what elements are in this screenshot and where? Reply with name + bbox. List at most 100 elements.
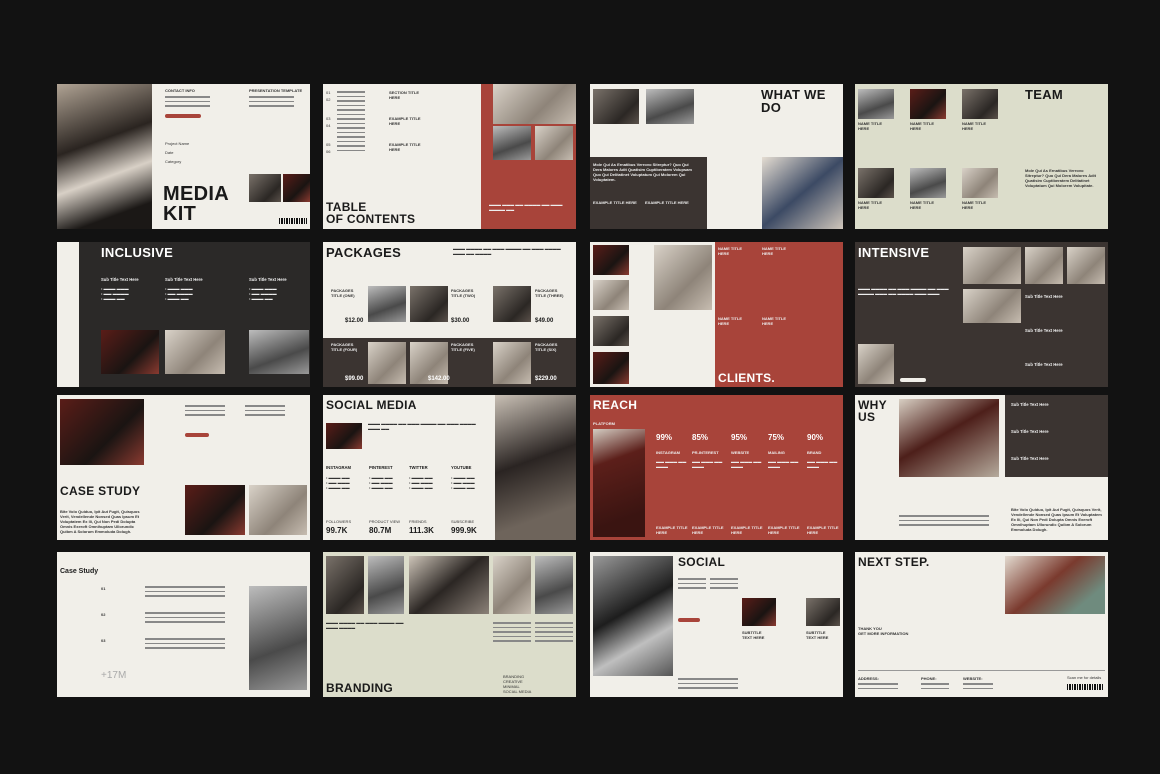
legs-photo [493, 84, 576, 124]
slide-what-we-do[interactable]: WHAT WE DO Mole Qui As Ernatibus Verrovo… [590, 84, 843, 229]
reach-ex-1: EXAMPLE TITLE HERE [656, 525, 688, 535]
case-bw-photo [249, 586, 307, 690]
client-name-1: NAME TITLE HERE [718, 246, 742, 256]
team-photo-4 [858, 168, 894, 198]
template-lines [249, 96, 294, 110]
row-date: Date [165, 150, 174, 155]
social-button[interactable] [678, 618, 700, 622]
inclusive-bullets-3: • ▬▬▬ ▬▬▬ • ▬▬ ▬▬▬▬ • ▬▬▬ ▬▬ [249, 286, 277, 301]
packages-lorem: ▬▬▬ ▬▬▬▬ ▬▬ ▬▬▬ ▬▬▬▬ ▬▬ ▬▬▬ ▬▬▬▬ ▬▬▬ ▬▬ … [453, 246, 561, 256]
intensive-photo-2 [1025, 247, 1063, 284]
phone-label: PHONE: [921, 676, 937, 681]
toc-item-3: EXAMPLE TITLE HERE [389, 142, 421, 152]
client-photo-2 [593, 280, 629, 310]
slide-table-of-contents[interactable]: 01 02 03 04 05 06 SECTION TITLE HERE EXAMPLE … [323, 84, 576, 229]
reach-photo [593, 429, 645, 537]
slide-packages[interactable]: PACKAGES ▬▬▬ ▬▬▬▬ ▬▬ ▬▬▬ ▬▬▬▬ ▬▬ ▬▬▬ ▬▬▬… [323, 242, 576, 387]
team-photo-3 [962, 89, 998, 119]
reach-ex-4: EXAMPLE TITLE HERE [768, 525, 800, 535]
pkg-price-2: $30.00 [451, 318, 470, 324]
client-name-2: NAME TITLE HERE [762, 246, 786, 256]
slide-clients[interactable]: NAME TITLE HERE NAME TITLE HERE NAME TIT… [590, 242, 843, 387]
platform-youtube: YOUTUBE [451, 465, 472, 470]
contact-button[interactable] [165, 114, 201, 118]
what-we-do-title-2: DO [761, 100, 782, 115]
contact-label: CONTACT INFO [165, 88, 195, 93]
side-strip [57, 242, 79, 387]
slide-case-study[interactable]: CASE STUDY Bite Volo Quiduo, Ipit Aut Fu… [57, 395, 310, 540]
case-button[interactable] [185, 433, 209, 437]
intensive-photo-1 [963, 247, 1021, 284]
pkg-5: PACKAGES TITLE (FIVE) [451, 342, 475, 352]
inclusive-bullets-2: • ▬▬▬ ▬▬▬ • ▬▬ ▬▬▬▬ • ▬▬▬ ▬▬ [165, 286, 193, 301]
slide-branding[interactable]: ▬▬▬ ▬▬▬▬ ▬▬ ▬▬▬ ▬▬▬▬ ▬▬ ▬▬▬ ▬▬▬▬ BRANDIN… [323, 552, 576, 697]
intensive-button[interactable] [900, 378, 926, 382]
pkg-1: PACKAGES TITLE (ONE) [331, 288, 355, 298]
pinterest-bullets: • ▬▬▬ ▬▬ • ▬▬ ▬▬▬ • ▬▬▬ ▬▬ [369, 475, 393, 490]
reach-pct-2: 85% [692, 433, 709, 442]
street-photo [249, 330, 309, 374]
social-large-photo [495, 395, 576, 540]
slide-team[interactable]: TEAM NAME TITLE HERE NAME TITLE HERE NAM… [855, 84, 1108, 229]
slide-reach[interactable]: REACH PLATFORM 99% 85% 95% 75% 90% INSTA… [590, 395, 843, 540]
client-photo-4 [593, 352, 629, 384]
reach-lorem-2: ▬▬ ▬▬▬ ▬▬ ▬▬▬ [692, 459, 723, 469]
team-photo-6 [962, 168, 998, 198]
branding-lines-2 [535, 622, 573, 645]
slide-next-step[interactable]: NEXT STEP. THANK YOU GET MORE INFORMATIO… [855, 552, 1108, 697]
slide-media-kit[interactable]: CONTACT INFO PRESENTATION TEMPLATE Proje… [57, 84, 310, 229]
slide-social[interactable]: SOCIAL SUBTITLE TEXT HERE SUBTITLE TEXT … [590, 552, 843, 697]
phone-lines [921, 683, 949, 692]
barcode-icon [279, 218, 307, 224]
more-info: GET MORE INFORMATION [858, 631, 909, 636]
address-label: ADDRESS: [858, 676, 879, 681]
slide-intensive[interactable]: INTENSIVE ▬▬▬ ▬▬▬▬ ▬▬ ▬▬▬ ▬▬▬▬ ▬▬ ▬▬▬ ▬▬… [855, 242, 1108, 387]
instagram-bullets: • ▬▬▬ ▬▬ • ▬▬ ▬▬▬ • ▬▬▬ ▬▬ [326, 475, 350, 490]
client-photo-3 [593, 316, 629, 346]
team-title: TEAM [1025, 87, 1064, 102]
brand-photo-5 [535, 556, 573, 614]
stat-label-twitter: FRIENDS [409, 519, 427, 524]
example-1: EXAMPLE TITLE HERE [593, 200, 637, 205]
inclusive-bullets-1: • ▬▬▬ ▬▬▬ • ▬▬ ▬▬▬▬ • ▬▬▬ ▬▬ [101, 286, 129, 301]
reach-pct-5: 90% [807, 433, 824, 442]
sunglasses-photo [593, 89, 639, 124]
clients-rust-panel [715, 242, 843, 387]
intensive-sub-2: Sub Title Text Here [1025, 328, 1063, 333]
platform-pinterest: PINTEREST [369, 465, 393, 470]
pkg-price-5: $142.00 [428, 376, 450, 382]
pkg-6: PACKAGES TITLE (SIX) [535, 342, 558, 352]
clients-title: CLIENTS. [718, 371, 776, 385]
slide-why-us[interactable]: WHY US Sub Title Text Here Sub Title Tex… [855, 395, 1108, 540]
inclusive-sub-3: Sub Title Text Here [249, 277, 287, 282]
reach-lorem-5: ▬▬ ▬▬▬ ▬▬ ▬▬▬ [807, 459, 838, 469]
slide-inclusive[interactable]: INCLUSIVE Sub Title Text Here Sub Title … [57, 242, 310, 387]
intensive-lorem: ▬▬▬ ▬▬▬▬ ▬▬ ▬▬▬ ▬▬▬▬ ▬▬ ▬▬▬ ▬▬▬▬ ▬▬▬ ▬▬ … [858, 286, 949, 296]
why-us-title-2: US [858, 410, 876, 424]
pkg-price-1: $12.00 [345, 318, 364, 324]
case-lines-b [145, 612, 225, 626]
toc-lines [337, 91, 365, 154]
address-lines [858, 683, 898, 692]
reach-name-5: BRAND [807, 450, 822, 455]
toc-item-1: SECTION TITLE HERE [389, 90, 419, 100]
case-photo-3 [249, 485, 307, 535]
team-name-3: NAME TITLE HERE [962, 121, 986, 131]
why-us-photo [899, 399, 999, 477]
toc-title-2: OF CONTENTS [326, 212, 416, 226]
slide-social-media[interactable]: SOCIAL MEDIA ▬▬▬ ▬▬▬▬ ▬▬ ▬▬▬ ▬▬▬▬ ▬▬ ▬▬▬… [323, 395, 576, 540]
slide-case-study-2[interactable]: Case Study 01 02 03 +17M [57, 552, 310, 697]
case-study-title: CASE STUDY [60, 484, 141, 498]
case-lines-c [145, 638, 225, 652]
client-name-4: NAME TITLE HERE [762, 316, 786, 326]
reach-lorem-1: ▬▬ ▬▬▬ ▬▬ ▬▬▬ [656, 459, 687, 469]
reach-name-4: MAILING [768, 450, 785, 455]
qr-barcode-icon [1067, 684, 1103, 690]
toc-numbers: 01 02 03 04 05 06 [326, 90, 331, 154]
stat-value-twitter: 111.3K [409, 526, 434, 535]
website-label: WEBSITE: [963, 676, 983, 681]
intensive-photo-4 [963, 289, 1021, 323]
reach-pct-1: 99% [656, 433, 673, 442]
social-lines-2 [710, 578, 738, 592]
twitter-bullets: • ▬▬▬ ▬▬ • ▬▬ ▬▬▬ • ▬▬▬ ▬▬ [409, 475, 433, 490]
